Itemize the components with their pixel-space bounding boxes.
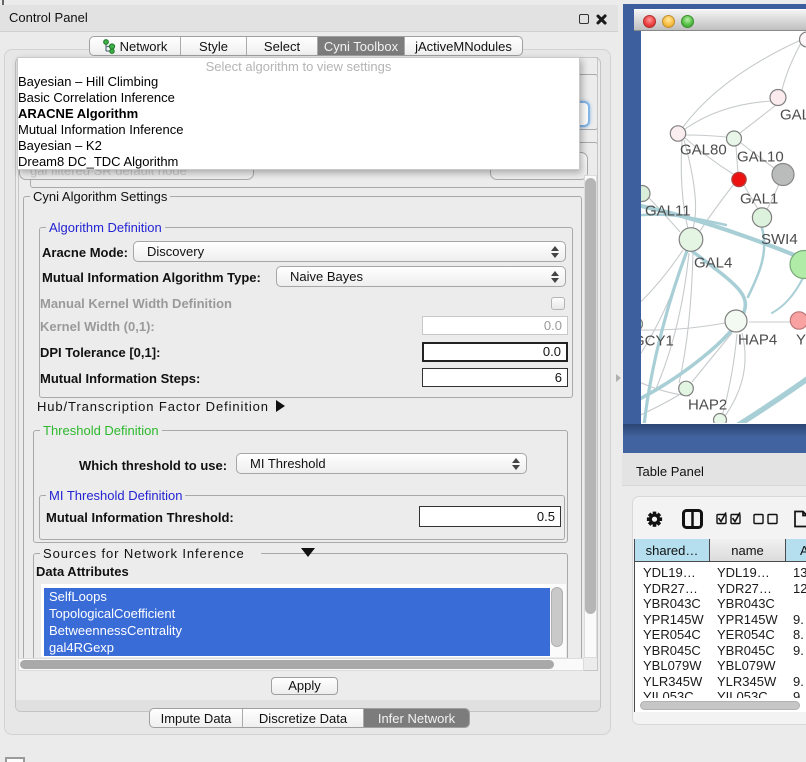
- svg-text:GAL80: GAL80: [680, 142, 727, 159]
- svg-text:SWI4: SWI4: [761, 231, 798, 248]
- svg-text:GCY1: GCY1: [641, 333, 674, 350]
- svg-text:Y: Y: [796, 332, 806, 349]
- svg-text:GAL2: GAL2: [780, 107, 806, 124]
- svg-text:GAL11: GAL11: [645, 203, 691, 220]
- svg-text:GAL1: GAL1: [740, 191, 778, 208]
- svg-text:GAL10: GAL10: [737, 149, 784, 166]
- svg-text:HAP4: HAP4: [738, 332, 777, 349]
- svg-text:GAL4: GAL4: [694, 255, 732, 272]
- svg-text:HAP2: HAP2: [688, 397, 727, 414]
